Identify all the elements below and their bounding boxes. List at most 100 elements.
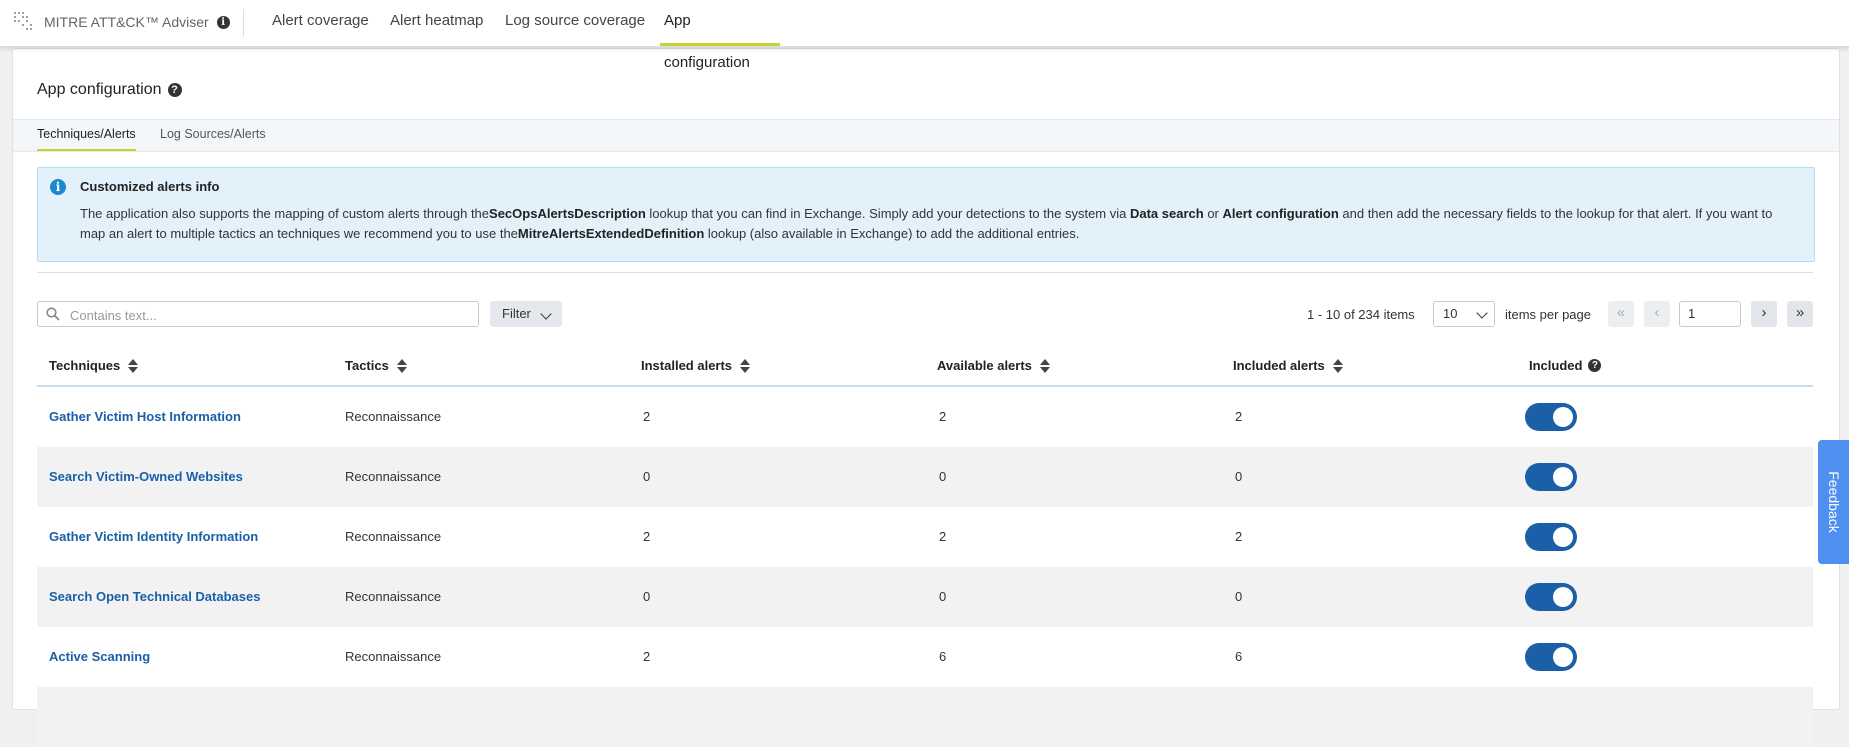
search-box[interactable] <box>37 301 479 327</box>
alert-bold-alert-configuration: Alert configuration <box>1222 206 1339 221</box>
items-per-page-select[interactable]: 10 <box>1433 301 1495 327</box>
sort-icon[interactable] <box>740 358 751 373</box>
header-label: Included <box>1529 358 1583 373</box>
toggle-knob <box>1553 407 1573 427</box>
technique-link[interactable]: Search Victim-Owned Websites <box>49 469 243 484</box>
tab-techniques-alerts[interactable]: Techniques/Alerts <box>37 120 136 151</box>
help-icon[interactable]: ? <box>167 83 182 97</box>
column-header-included-alerts[interactable]: Included alerts <box>1233 358 1343 373</box>
alert-text: The application also supports the mappin… <box>80 206 490 221</box>
toggle-knob <box>1553 527 1573 547</box>
search-icon <box>46 307 60 321</box>
table-row <box>37 687 1813 747</box>
toggle-knob <box>1553 587 1573 607</box>
column-header-tactics[interactable]: Tactics <box>345 358 407 373</box>
header-label: Installed alerts <box>641 358 733 373</box>
included-toggle[interactable] <box>1525 463 1577 491</box>
items-per-page-value: 10 <box>1443 306 1458 321</box>
installed-alerts-cell: 2 <box>643 649 651 664</box>
technique-link[interactable]: Gather Victim Host Information <box>49 409 241 424</box>
available-alerts-cell: 2 <box>939 529 947 544</box>
subtabs: Techniques/Alerts Log Sources/Alerts <box>13 119 1839 152</box>
info-alert: i Customized alerts info The application… <box>37 167 1815 262</box>
table-row: Gather Victim Host Information Reconnais… <box>37 387 1813 447</box>
feedback-button[interactable]: Feedback <box>1818 440 1849 564</box>
divider <box>243 9 244 37</box>
alert-bold-lookup: SecOpsAlertsDescription <box>489 206 646 221</box>
tactic-cell: Reconnaissance <box>345 589 442 604</box>
last-page-button[interactable]: » <box>1787 301 1813 327</box>
tab-log-sources-alerts[interactable]: Log Sources/Alerts <box>160 120 266 151</box>
available-alerts-cell: 0 <box>939 589 947 604</box>
chevron-down-icon <box>540 308 552 320</box>
info-icon: i <box>50 179 66 195</box>
tab-log-source-coverage[interactable]: Log source coverage <box>501 0 649 46</box>
alert-text: lookup that you can find in Exchange. Si… <box>645 206 1130 221</box>
included-alerts-cell: 6 <box>1235 649 1243 664</box>
alert-body: The application also supports the mappin… <box>80 204 1790 244</box>
column-header-techniques[interactable]: Techniques <box>49 358 139 373</box>
previous-page-button[interactable]: ‹ <box>1644 301 1670 327</box>
header-label: Techniques <box>49 358 121 373</box>
filter-button[interactable]: Filter <box>490 301 562 327</box>
table-header: Techniques Tactics Installed alerts Avai… <box>37 347 1813 387</box>
feedback-label: Feedback <box>1825 471 1842 533</box>
app-name: MITRE ATT&CK™ Adviser <box>44 14 209 30</box>
page-title-text: App configuration <box>37 81 162 98</box>
info-icon[interactable]: i <box>216 15 230 29</box>
included-alerts-cell: 2 <box>1235 409 1243 424</box>
tab-app-configuration[interactable]: App configuration <box>660 0 780 71</box>
technique-link[interactable]: Gather Victim Identity Information <box>49 529 258 544</box>
included-toggle[interactable] <box>1525 403 1577 431</box>
table-row: Active Scanning Reconnaissance 2 6 6 <box>37 627 1813 687</box>
technique-link[interactable]: Search Open Technical Databases <box>49 589 260 604</box>
tab-alert-heatmap[interactable]: Alert heatmap <box>386 0 487 46</box>
tab-alert-coverage[interactable]: Alert coverage <box>268 0 373 46</box>
included-toggle[interactable] <box>1525 583 1577 611</box>
chevron-down-icon <box>1476 307 1488 319</box>
included-alerts-cell: 0 <box>1235 469 1243 484</box>
included-toggle[interactable] <box>1525 523 1577 551</box>
toggle-knob <box>1553 647 1573 667</box>
toggle-knob <box>1553 467 1573 487</box>
header-label: Tactics <box>345 358 389 373</box>
divider <box>37 272 1813 273</box>
column-header-included: Included? <box>1529 358 1602 373</box>
page-title: App configuration ? <box>37 81 182 99</box>
brand[interactable]: MITRE ATT&CK™ Adviser i <box>12 10 230 34</box>
column-header-available-alerts[interactable]: Available alerts <box>937 358 1050 373</box>
included-toggle[interactable] <box>1525 643 1577 671</box>
sort-icon[interactable] <box>1332 358 1343 373</box>
installed-alerts-cell: 2 <box>643 409 651 424</box>
available-alerts-cell: 0 <box>939 469 947 484</box>
alert-bold-extended-lookup: MitreAlertsExtendedDefinition <box>517 226 705 241</box>
technique-link[interactable]: Active Scanning <box>49 649 150 664</box>
next-page-button[interactable]: › <box>1751 301 1777 327</box>
first-page-button[interactable]: « <box>1608 301 1634 327</box>
tactic-cell: Reconnaissance <box>345 469 442 484</box>
mitre-logo-icon <box>14 12 32 30</box>
sort-icon[interactable] <box>1039 358 1050 373</box>
search-input[interactable] <box>68 304 472 326</box>
header-label: Included alerts <box>1233 358 1325 373</box>
alert-text: lookup (also available in Exchange) to a… <box>704 226 1080 241</box>
available-alerts-cell: 6 <box>939 649 947 664</box>
installed-alerts-cell: 2 <box>643 529 651 544</box>
filter-label: Filter <box>502 306 531 321</box>
included-alerts-cell: 0 <box>1235 589 1243 604</box>
header-label: Available alerts <box>937 358 1032 373</box>
help-icon[interactable]: ? <box>1588 359 1602 372</box>
items-per-page-label: items per page <box>1505 307 1591 322</box>
installed-alerts-cell: 0 <box>643 469 651 484</box>
table-row: Search Open Technical Databases Reconnai… <box>37 567 1813 627</box>
sort-icon[interactable] <box>396 358 407 373</box>
column-header-installed-alerts[interactable]: Installed alerts <box>641 358 751 373</box>
sort-icon[interactable] <box>128 358 139 373</box>
top-navigation: MITRE ATT&CK™ Adviser i Alert coverage A… <box>0 0 1849 71</box>
alert-text: or <box>1203 206 1223 221</box>
alert-bold-data-search: Data search <box>1129 206 1204 221</box>
tactic-cell: Reconnaissance <box>345 409 442 424</box>
tactic-cell: Reconnaissance <box>345 649 442 664</box>
page-number-input[interactable]: 1 <box>1679 301 1741 327</box>
main-panel: App configuration ? Techniques/Alerts Lo… <box>12 48 1840 747</box>
